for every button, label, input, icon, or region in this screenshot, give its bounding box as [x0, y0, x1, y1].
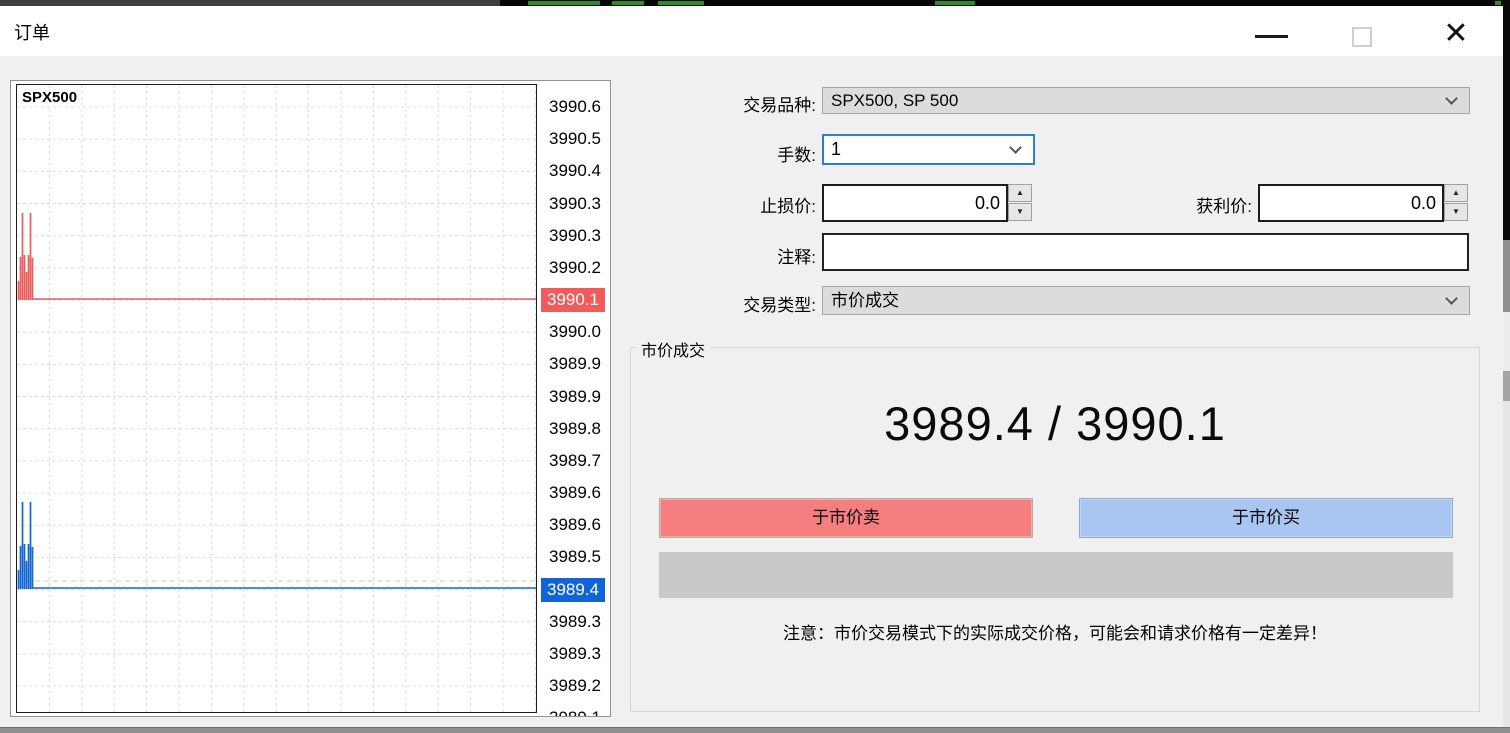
price-ladder-item: 3989.7 — [541, 449, 601, 473]
background-right-gray — [1503, 240, 1510, 312]
price-ladder-item: 3989.3 — [541, 642, 601, 666]
stop-loss-input[interactable] — [822, 184, 1008, 222]
stop-loss-label: 止损价: — [630, 192, 816, 217]
background-right-thumb — [1503, 371, 1510, 401]
background-candles — [1495, 1, 1501, 5]
ask-series — [19, 213, 537, 300]
minimize-icon — [1255, 35, 1288, 38]
background-candles — [612, 1, 644, 5]
comment-label: 注释: — [630, 243, 816, 268]
buy-by-market-button[interactable]: 于市价买 — [1079, 498, 1453, 538]
spinner-up-button[interactable]: ▲ — [1444, 184, 1468, 202]
tick-chart-svg — [17, 85, 536, 712]
stop-loss-spinner: ▲ ▼ — [1008, 184, 1032, 221]
price-ladder-item: 3989.6 — [541, 513, 601, 537]
price-ladder: 3990.6 3990.5 3990.4 3990.3 3990.3 3990.2 3990… — [541, 81, 611, 716]
maximize-icon — [1352, 27, 1372, 47]
take-profit-input[interactable] — [1258, 184, 1444, 222]
order-type-select-value: 市价成交 — [831, 291, 899, 310]
symbol-label: 交易品种: — [630, 91, 816, 116]
background-candles — [658, 1, 704, 5]
price-ladder-item: 3990.3 — [541, 224, 601, 248]
chevron-down-icon — [1445, 92, 1458, 105]
price-ladder-item: 3990.3 — [541, 192, 601, 216]
price-ladder-item: 3989.6 — [541, 481, 601, 505]
close-button[interactable]: ✕ — [1428, 12, 1484, 56]
spinner-up-button[interactable]: ▲ — [1008, 184, 1032, 202]
maximize-button[interactable] — [1340, 16, 1386, 54]
take-profit-label: 获利价: — [1066, 192, 1252, 217]
order-type-select[interactable]: 市价成交 — [822, 286, 1470, 315]
market-price-notice: 注意：市价交易模式下的实际成交价格，可能会和请求价格有一定差异！ — [631, 619, 1479, 644]
symbol-select[interactable]: SPX500, SP 500 — [822, 87, 1470, 114]
chevron-down-icon — [1445, 292, 1458, 305]
background-candles — [935, 1, 975, 5]
price-ladder-item: 3990.2 — [541, 256, 601, 280]
bid-series — [19, 502, 537, 589]
background-right-strip — [1503, 0, 1510, 733]
tick-chart-panel: SPX500 3990.63990.53990.43990.33990.3399… — [10, 80, 611, 717]
dialog-title: 订单 — [14, 19, 50, 45]
bid-ask-quote: 3989.4 / 3990.1 — [631, 396, 1479, 451]
price-ladder-item: 3989.2 — [541, 674, 601, 698]
spinner-down-button[interactable]: ▼ — [1008, 203, 1032, 221]
price-ladder-item: 3989.5 — [541, 545, 601, 569]
disabled-action-bar — [659, 552, 1453, 598]
price-ladder-item: 3989.3 — [541, 610, 601, 634]
background-bottom-strip — [0, 727, 1510, 733]
symbol-select-value: SPX500, SP 500 — [831, 91, 958, 110]
sell-by-market-button[interactable]: 于市价卖 — [659, 498, 1033, 538]
chart-symbol-label: SPX500 — [22, 89, 80, 106]
volume-combo-value: 1 — [831, 139, 841, 159]
order-dialog: 订单 ✕ SPX500 3990.639 — [0, 0, 1510, 733]
price-ladder-item: 3989.4 — [541, 578, 605, 602]
price-ladder-item: 3990.4 — [541, 159, 601, 183]
comment-input[interactable] — [822, 233, 1469, 271]
volume-label: 手数: — [630, 141, 816, 166]
take-profit-spinner: ▲ ▼ — [1444, 184, 1468, 221]
group-title: 市价成交 — [636, 337, 710, 361]
price-ladder-item: 3989.9 — [541, 385, 601, 409]
price-ladder-item: 3990.0 — [541, 320, 601, 344]
price-ladder-item: 3990.5 — [541, 127, 601, 151]
minimize-button[interactable] — [1243, 16, 1299, 54]
spinner-down-button[interactable]: ▼ — [1444, 203, 1468, 221]
background-candles — [528, 1, 600, 5]
price-ladder-item: 3989.8 — [541, 417, 601, 441]
background-right-light — [1503, 312, 1510, 371]
market-execution-group: 市价成交 3989.4 / 3990.1 于市价卖 于市价买 注意：市价交易模式… — [630, 347, 1480, 712]
volume-combo[interactable]: 1 — [822, 134, 1035, 165]
price-ladder-item: 3990.6 — [541, 95, 601, 119]
order-type-label: 交易类型: — [630, 291, 816, 316]
price-ladder-item: 3990.1 — [541, 288, 605, 312]
chevron-down-icon — [1009, 141, 1022, 154]
background-right-dark — [1503, 0, 1510, 240]
dialog-titlebar: 订单 ✕ — [0, 6, 1503, 56]
tick-chart-plot: SPX500 — [16, 84, 537, 713]
price-ladder-item: 3989.9 — [541, 352, 601, 376]
price-ladder-item: 3989.1 — [541, 706, 601, 717]
